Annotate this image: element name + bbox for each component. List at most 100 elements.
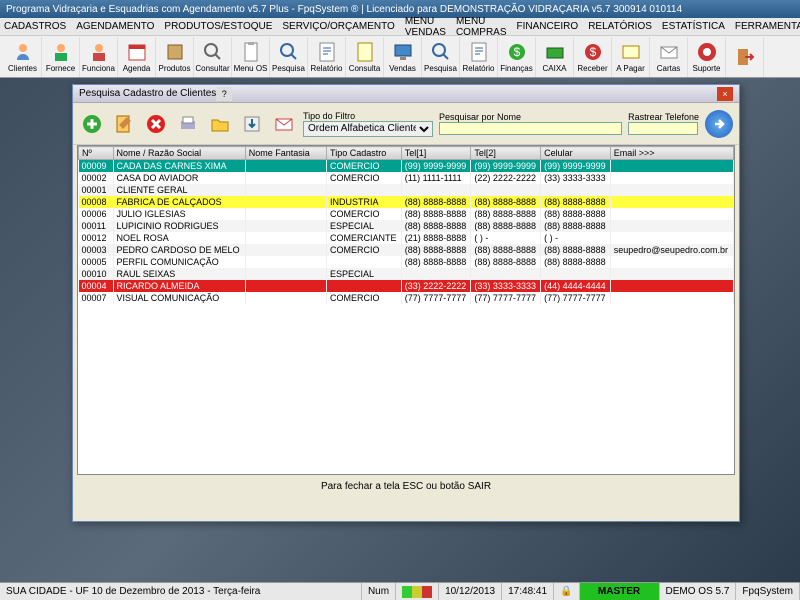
menu-menu compras[interactable]: MENU COMPRAS	[456, 16, 507, 38]
table-row[interactable]: 00004RICARDO ALMEIDA(33) 2222-2222(33) 3…	[79, 280, 734, 292]
menu-menu vendas[interactable]: MENU VENDAS	[405, 16, 446, 38]
table-row[interactable]: 00003PEDRO CARDOSO DE MELOCOMERCIO(88) 8…	[79, 244, 734, 256]
status-lock-icon: 🔒	[554, 583, 579, 600]
title-bar: Programa Vidraçaria e Esquadrias com Age…	[0, 0, 800, 18]
toolbar-pesquisa[interactable]: Pesquisa	[422, 37, 460, 77]
status-time: 17:48:41	[502, 583, 554, 600]
phone-group: Rastrear Telefone	[628, 112, 699, 135]
footer-hint: Para fechar a tela ESC ou botão SAIR	[73, 475, 739, 498]
money-icon: $	[505, 40, 529, 64]
help-button[interactable]: ?	[216, 87, 232, 101]
consult-icon	[353, 40, 377, 64]
results-grid[interactable]: NºNome / Razão SocialNome FantasiaTipo C…	[77, 145, 735, 475]
menu-agendamento[interactable]: AGENDAMENTO	[76, 21, 154, 32]
support-icon	[695, 40, 719, 64]
supplier-icon	[49, 40, 73, 64]
phone-label: Rastrear Telefone	[628, 112, 699, 122]
menu-cadastros[interactable]: CADASTROS	[4, 21, 66, 32]
toolbar-receber[interactable]: $Receber	[574, 37, 612, 77]
menu-ferramentas[interactable]: FERRAMENTAS	[735, 21, 800, 32]
print-button[interactable]	[175, 111, 201, 137]
col-header[interactable]: Celular	[541, 147, 611, 160]
folder-button[interactable]	[207, 111, 233, 137]
toolbar-funciona[interactable]: Funciona	[80, 37, 118, 77]
email-button[interactable]	[271, 111, 297, 137]
toolbar-menu os[interactable]: Menu OS	[232, 37, 270, 77]
delete-button[interactable]	[143, 111, 169, 137]
toolbar-agenda[interactable]: Agenda	[118, 37, 156, 77]
clients-icon	[11, 40, 35, 64]
letter-icon	[657, 40, 681, 64]
magnifier-icon	[429, 40, 453, 64]
toolbar-relatório[interactable]: Relatório	[460, 37, 498, 77]
menu-bar: CADASTROS AGENDAMENTO PRODUTOS/ESTOQUE SERV…	[0, 18, 800, 36]
table-row[interactable]: 00007VISUAL COMUNICAÇÃOCOMERCIO(77) 7777…	[79, 292, 734, 304]
add-button[interactable]	[79, 111, 105, 137]
table-row[interactable]: 00009CADA DAS CARNES XIMACOMERCIO(99) 99…	[79, 160, 734, 172]
col-header[interactable]: Tel[1]	[401, 147, 471, 160]
phone-input[interactable]	[628, 122, 698, 135]
table-row[interactable]: 00001CLIENTE GERAL	[79, 184, 734, 196]
menu-relatórios[interactable]: RELATÓRIOS	[588, 21, 652, 32]
export-button[interactable]	[239, 111, 265, 137]
toolbar-clientes[interactable]: Clientes	[4, 37, 42, 77]
close-button[interactable]: ×	[717, 87, 733, 101]
magnifier-icon	[277, 40, 301, 64]
toolbar-consulta[interactable]: Consulta	[346, 37, 384, 77]
status-demo: DEMO OS 5.7	[660, 583, 737, 600]
search-label: Pesquisar por Nome	[439, 112, 622, 122]
toolbar-a pagar[interactable]: A Pagar	[612, 37, 650, 77]
svg-text:$: $	[513, 45, 520, 59]
menu-serviço/orçamento[interactable]: SERVIÇO/ORÇAMENTO	[282, 21, 394, 32]
go-button[interactable]	[705, 110, 733, 138]
toolbar-relatório[interactable]: Relatório	[308, 37, 346, 77]
status-indicator	[396, 583, 439, 600]
col-header[interactable]: Tipo Cadastro	[327, 147, 402, 160]
table-row[interactable]: 00011LUPICINIO RODRIGUESESPECIAL(88) 888…	[79, 220, 734, 232]
menu-estatística[interactable]: ESTATÍSTICA	[662, 21, 725, 32]
receive-icon: $	[581, 40, 605, 64]
search-input[interactable]	[439, 122, 622, 135]
table-row[interactable]: 00006JULIO IGLESIASCOMERCIO(88) 8888-888…	[79, 208, 734, 220]
col-header[interactable]: Tel[2]	[471, 147, 541, 160]
toolbar-consultar[interactable]: Consultar	[194, 37, 232, 77]
col-header[interactable]: Nome / Razão Social	[113, 147, 245, 160]
status-city: SUA CIDADE - UF 10 de Dezembro de 2013 -…	[0, 583, 362, 600]
toolbar-suporte[interactable]: Suporte	[688, 37, 726, 77]
window-title: Pesquisa Cadastro de Clientes	[79, 88, 216, 99]
clipboard-icon	[239, 40, 263, 64]
toolbar-produtos[interactable]: Produtos	[156, 37, 194, 77]
calendar-icon	[125, 40, 149, 64]
col-header[interactable]: Email >>>	[610, 147, 733, 160]
col-header[interactable]: Nº	[79, 147, 114, 160]
svg-text:$: $	[589, 45, 596, 59]
main-toolbar: ClientesForneceFuncionaAgendaProdutosCon…	[0, 36, 800, 78]
toolbar-pesquisa[interactable]: Pesquisa	[270, 37, 308, 77]
table-row[interactable]: 00012NOEL ROSACOMERCIANTE(21) 8888-8888(…	[79, 232, 734, 244]
table-row[interactable]: 00002CASA DO AVIADORCOMERCIO(11) 1111-11…	[79, 172, 734, 184]
toolbar-exit[interactable]	[726, 37, 764, 77]
status-num: Num	[362, 583, 396, 600]
menu-produtos/estoque[interactable]: PRODUTOS/ESTOQUE	[164, 21, 272, 32]
report-icon	[315, 40, 339, 64]
search-toolbar: Tipo do Filtro Ordem Alfabetica Cliente …	[73, 103, 739, 145]
toolbar-cartas[interactable]: Cartas	[650, 37, 688, 77]
status-bar: SUA CIDADE - UF 10 de Dezembro de 2013 -…	[0, 582, 800, 600]
report-icon	[467, 40, 491, 64]
table-row[interactable]: 00010RAUL SEIXASESPECIAL	[79, 268, 734, 280]
menu-financeiro[interactable]: FINANCEIRO	[517, 21, 579, 32]
toolbar-caixa[interactable]: CAIXA	[536, 37, 574, 77]
cash-icon	[543, 40, 567, 64]
filter-label: Tipo do Filtro	[303, 111, 433, 121]
edit-button[interactable]	[111, 111, 137, 137]
table-row[interactable]: 00005PERFIL COMUNICAÇÃO(88) 8888-8888(88…	[79, 256, 734, 268]
table-row[interactable]: 00008FABRICA DE CALÇADOSINDUSTRIA(88) 88…	[79, 196, 734, 208]
col-header[interactable]: Nome Fantasia	[245, 147, 326, 160]
employee-icon	[87, 40, 111, 64]
toolbar-finanças[interactable]: $Finanças	[498, 37, 536, 77]
filter-select[interactable]: Ordem Alfabetica Cliente	[303, 121, 433, 137]
search-name-group: Pesquisar por Nome	[439, 112, 622, 135]
toolbar-fornece[interactable]: Fornece	[42, 37, 80, 77]
results-table: NºNome / Razão SocialNome FantasiaTipo C…	[78, 146, 734, 304]
toolbar-vendas[interactable]: Vendas	[384, 37, 422, 77]
